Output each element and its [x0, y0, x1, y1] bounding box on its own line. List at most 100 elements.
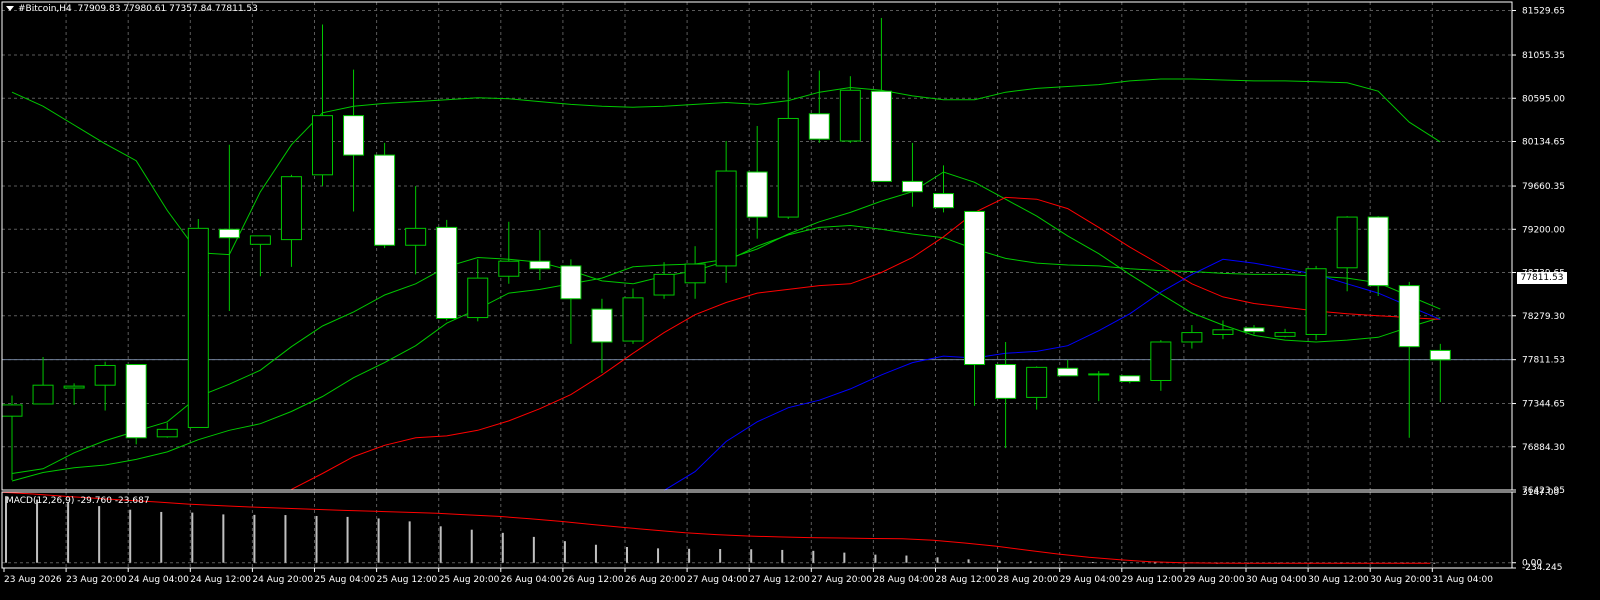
- bull-candle: [1212, 329, 1234, 335]
- bear-candle: [964, 210, 986, 366]
- macd-histogram-bar: [1433, 562, 1436, 564]
- macd-histogram-bar: [470, 529, 473, 563]
- bull-candle: [467, 277, 489, 319]
- bear-candle: [1057, 367, 1079, 377]
- bull-candle: [777, 117, 799, 218]
- bull-candle: [312, 115, 333, 176]
- bear-candle: [125, 364, 147, 439]
- x-tick-label: 27 Aug 20:00: [811, 575, 872, 585]
- bull-candle: [715, 170, 737, 267]
- macd-histogram-bar: [719, 549, 722, 563]
- x-tick-label: 31 Aug 04:00: [1432, 575, 1493, 585]
- macd-histogram-bar: [998, 560, 1001, 563]
- macd-histogram-bar: [532, 536, 535, 563]
- bull-candle: [622, 297, 644, 342]
- bull-candle: [249, 235, 271, 245]
- x-tick-label: 30 Aug 12:00: [1308, 575, 1369, 585]
- y-tick-label: 76884.30: [1522, 443, 1565, 453]
- macd-histogram-bar: [1060, 561, 1063, 563]
- bull-candle: [405, 227, 427, 246]
- macd-histogram-bar: [5, 496, 7, 563]
- x-tick-label: 27 Aug 04:00: [687, 575, 748, 585]
- macd-histogram-bar: [222, 514, 225, 563]
- macd-histogram-bar: [377, 518, 380, 563]
- ohlc-readout: 77909.83 77980.61 77357.84 77811.53: [77, 4, 258, 14]
- bear-candle: [436, 226, 458, 320]
- macd-histogram-bar: [346, 516, 349, 563]
- x-tick-label: 30 Aug 20:00: [1370, 575, 1431, 585]
- dropdown-icon[interactable]: [6, 6, 14, 11]
- bull-candle: [1026, 366, 1048, 398]
- x-tick-label: 25 Aug 20:00: [439, 575, 500, 585]
- x-tick-label: 24 Aug 04:00: [128, 575, 189, 585]
- macd-histogram-bar: [1153, 562, 1156, 564]
- x-tick-label: 26 Aug 04:00: [501, 575, 562, 585]
- macd-histogram-bar: [253, 514, 256, 563]
- macd-histogram-bar: [284, 515, 287, 563]
- macd-histogram-bar: [36, 499, 39, 563]
- bear-candle: [374, 154, 396, 246]
- bull-candle: [653, 273, 675, 296]
- bull-candle: [1088, 373, 1110, 376]
- macd-y-tick-label: 3147.00: [1522, 488, 1559, 498]
- macd-histogram-bar: [967, 559, 970, 563]
- macd-histogram-bar: [191, 512, 194, 563]
- x-tick-label: 23 Aug 20:00: [66, 575, 127, 585]
- x-tick-label: 28 Aug 20:00: [998, 575, 1059, 585]
- macd-histogram-bar: [1029, 561, 1032, 563]
- bull-candle: [1, 404, 23, 417]
- x-tick-label: 25 Aug 04:00: [315, 575, 376, 585]
- bear-candle: [1429, 349, 1451, 361]
- bear-candle: [1367, 216, 1389, 287]
- bear-candle: [529, 260, 551, 270]
- macd-histogram-bar: [750, 549, 753, 563]
- macd-histogram-bar: [98, 506, 101, 563]
- macd-histogram-bar: [67, 502, 70, 563]
- bear-candle: [933, 193, 954, 209]
- macd-histogram-bar: [129, 509, 132, 563]
- bear-candle: [808, 113, 830, 140]
- y-tick-label: 79200.00: [1522, 225, 1565, 235]
- bull-candle: [187, 227, 209, 428]
- bull-candle: [1336, 216, 1358, 269]
- macd-histogram-bar: [1091, 562, 1094, 564]
- y-tick-label: 80595.00: [1522, 94, 1565, 104]
- bull-candle: [1181, 332, 1203, 343]
- macd-histogram-bar: [1122, 562, 1125, 564]
- x-tick-label: 25 Aug 12:00: [377, 575, 438, 585]
- macd-histogram-bar: [781, 549, 784, 563]
- bear-candle: [218, 228, 240, 239]
- bull-candle: [63, 385, 85, 389]
- y-tick-label: 81055.35: [1522, 51, 1565, 61]
- x-tick-label: 24 Aug 20:00: [252, 575, 313, 585]
- macd-histogram-bar: [843, 552, 846, 563]
- macd-histogram-bar: [315, 515, 318, 563]
- bear-candle: [901, 180, 923, 193]
- macd-histogram-bar: [905, 555, 908, 563]
- y-tick-label: 81529.65: [1522, 6, 1565, 16]
- bull-candle: [32, 384, 54, 405]
- macd-histogram-bar: [812, 550, 815, 563]
- indicator-lines: [11, 78, 1441, 491]
- y-tick-label: 77344.65: [1522, 400, 1565, 410]
- macd-histogram-bar: [936, 557, 939, 563]
- symbol-label: #Bitcoin,H4: [18, 4, 72, 14]
- bear-candle: [1119, 375, 1141, 382]
- bull-candle: [156, 428, 178, 438]
- macd-histogram-bar: [626, 547, 628, 563]
- x-tick-label: 30 Aug 04:00: [1246, 575, 1307, 585]
- ma_red-line: [291, 196, 1441, 490]
- bear-candle: [870, 90, 892, 182]
- x-tick-label: 29 Aug 20:00: [1184, 575, 1245, 585]
- macd-panel-frame: [1, 491, 1513, 569]
- macd-histogram-bar: [439, 526, 442, 563]
- grid: [2, 2, 1512, 568]
- x-tick-label: 29 Aug 12:00: [1122, 575, 1183, 585]
- macd-title: MACD(12,26,9) -29.760 -23.687: [6, 496, 150, 506]
- macd-histogram-bar: [408, 521, 411, 563]
- macd-histogram-bar: [160, 511, 163, 563]
- x-tick-label: 27 Aug 12:00: [749, 575, 810, 585]
- x-tick-label: 29 Aug 04:00: [1060, 575, 1121, 585]
- macd-panel: [1, 491, 1436, 564]
- bull-candle: [1305, 268, 1327, 335]
